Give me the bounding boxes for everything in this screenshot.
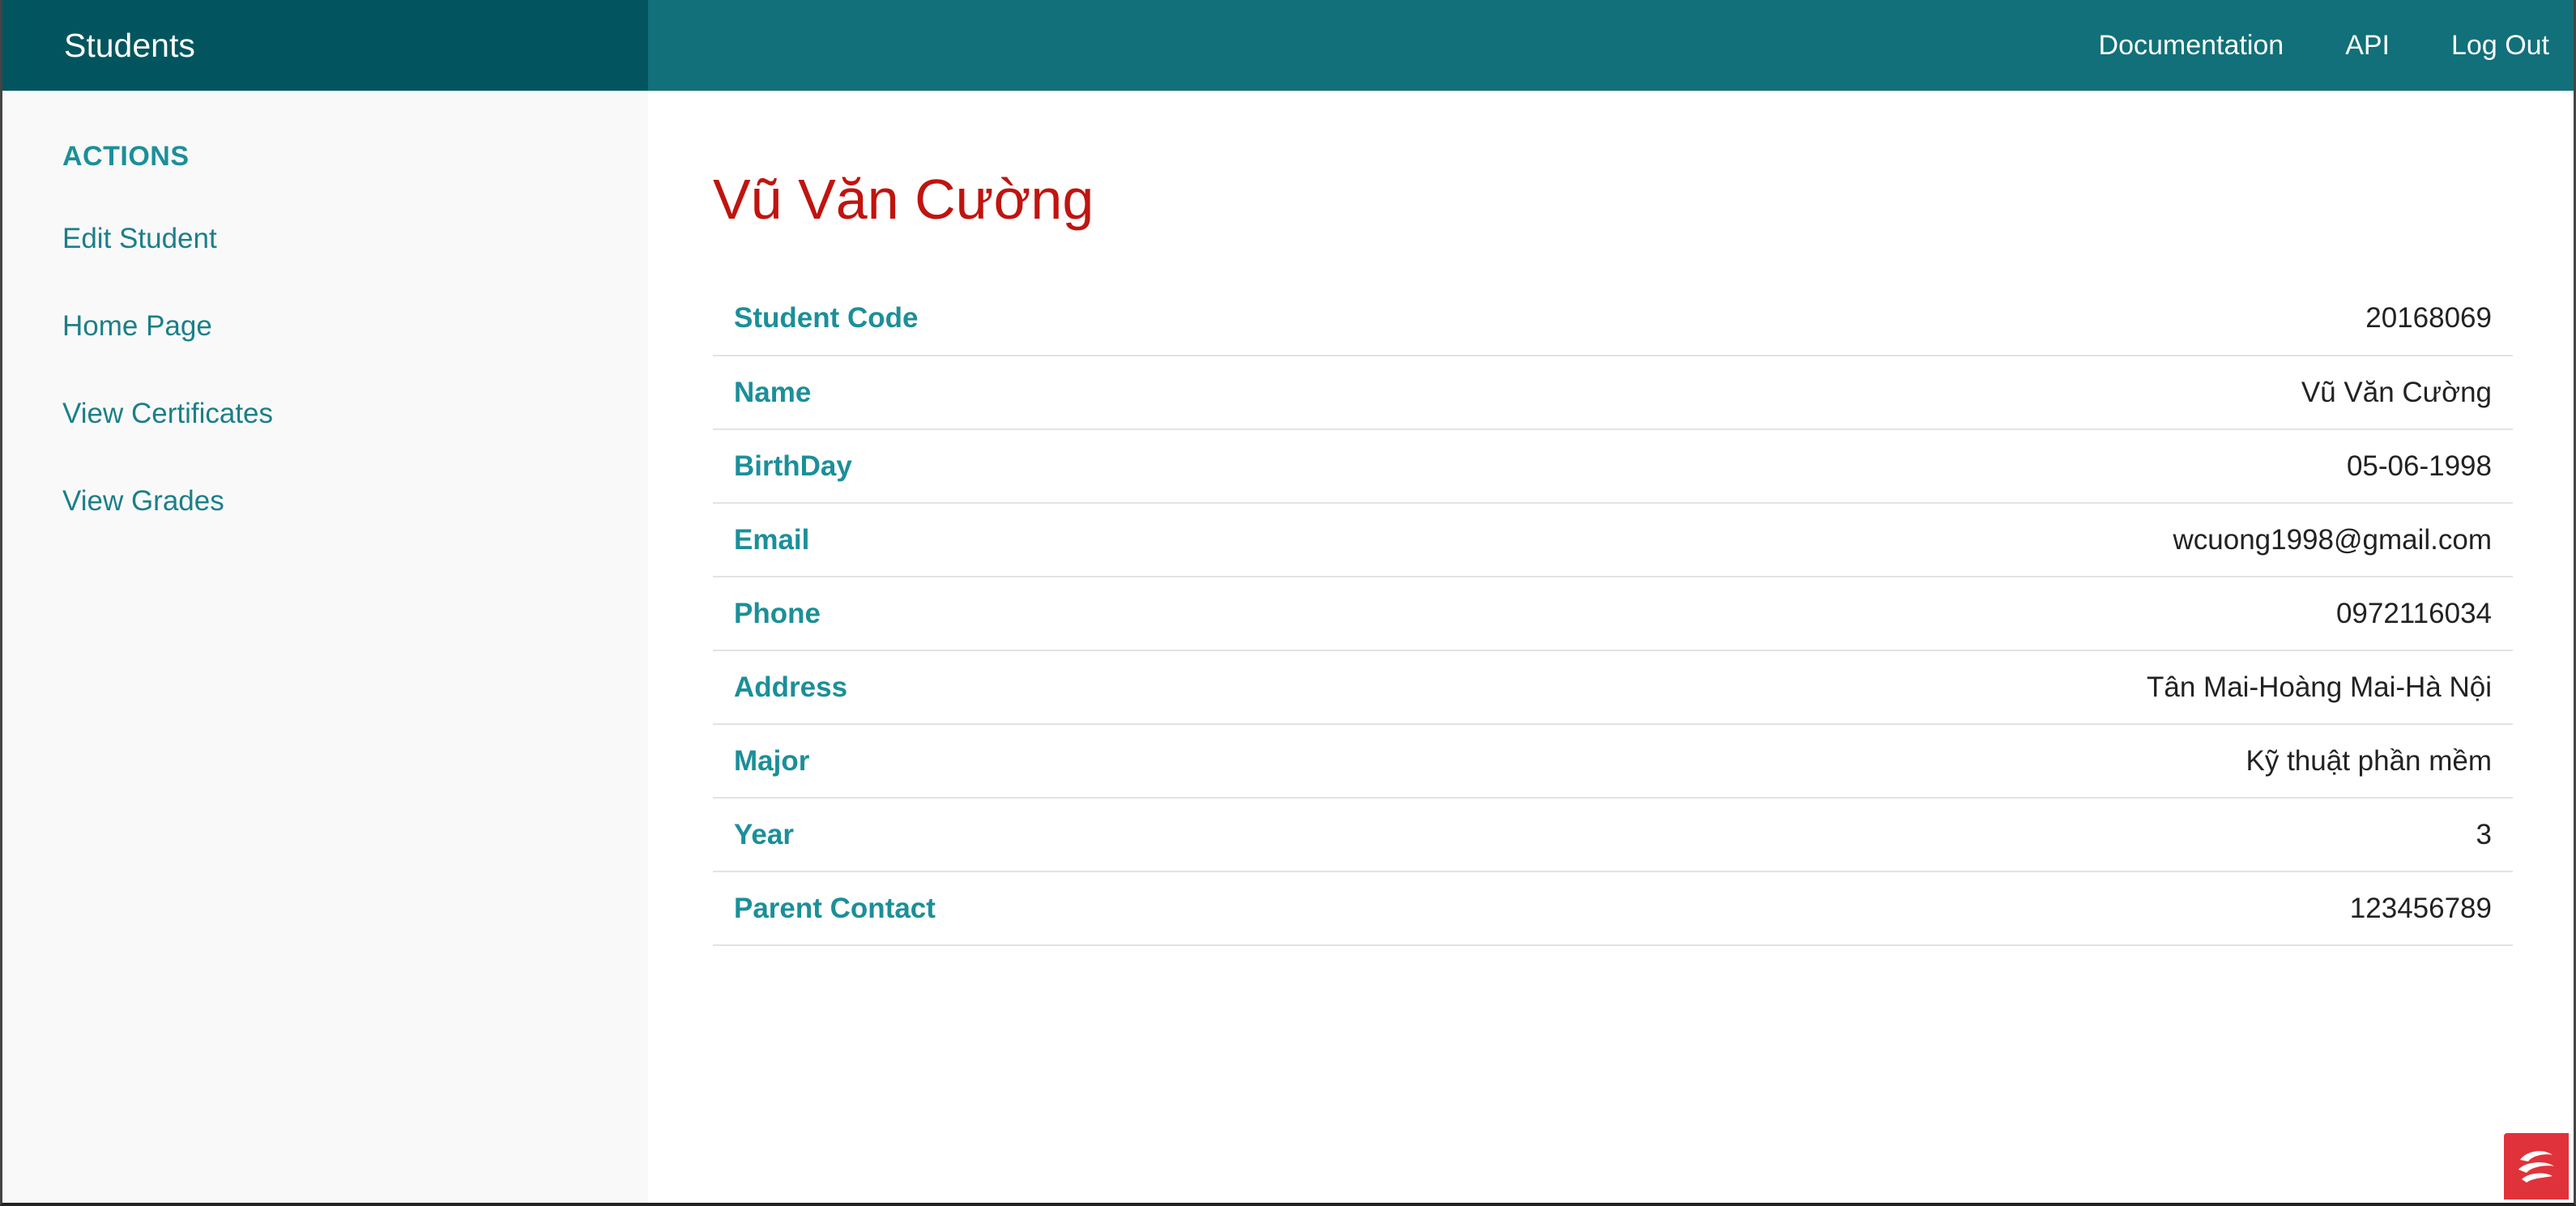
main-content: Vũ Văn Cường Student Code 20168069 Name … xyxy=(713,91,2513,946)
row-label: Name xyxy=(734,376,812,408)
sidebar-item-view-certificates[interactable]: View Certificates xyxy=(2,370,648,458)
student-info-table: Student Code 20168069 Name Vũ Văn Cường … xyxy=(713,282,2513,946)
row-label: Parent Contact xyxy=(734,892,936,924)
row-value: Kỹ thuật phần mềm xyxy=(2245,744,2493,777)
table-row: BirthDay 05-06-1998 xyxy=(713,429,2513,503)
app-logo-icon-glyph xyxy=(2518,1151,2554,1183)
sidebar-nav: Edit Student Home Page View Certificates… xyxy=(2,195,648,545)
sidebar-item-home-page[interactable]: Home Page xyxy=(2,283,648,370)
row-value: wcuong1998@gmail.com xyxy=(2173,523,2492,556)
app-window: Students ACTIONS Edit Student Home Page … xyxy=(0,0,2576,1206)
row-value: 05-06-1998 xyxy=(2346,450,2492,482)
table-row: Major Kỹ thuật phần mềm xyxy=(713,724,2513,798)
table-row: Student Code 20168069 xyxy=(713,282,2513,356)
row-value: 123456789 xyxy=(2349,892,2492,924)
table-row: Phone 0972116034 xyxy=(713,577,2513,650)
sidebar: Students ACTIONS Edit Student Home Page … xyxy=(2,0,648,1203)
nav-api-link[interactable]: API xyxy=(2345,30,2390,62)
row-label: Major xyxy=(734,744,810,777)
nav-documentation-link[interactable]: Documentation xyxy=(2099,30,2284,62)
nav-logout-link[interactable]: Log Out xyxy=(2451,30,2549,62)
row-value: 20168069 xyxy=(2365,302,2492,334)
table-row: Address Tân Mai-Hoàng Mai-Hà Nội xyxy=(713,650,2513,724)
table-row: Parent Contact 123456789 xyxy=(713,871,2513,945)
table-row: Name Vũ Văn Cường xyxy=(713,356,2513,429)
page-title: Vũ Văn Cường xyxy=(713,168,1094,231)
sidebar-item-view-grades[interactable]: View Grades xyxy=(2,458,648,545)
app-logo-icon[interactable] xyxy=(2504,1133,2569,1200)
table-row: Email wcuong1998@gmail.com xyxy=(713,503,2513,577)
row-label: BirthDay xyxy=(734,450,852,482)
row-value: Tân Mai-Hoàng Mai-Hà Nội xyxy=(2147,671,2492,703)
row-value: 3 xyxy=(2476,818,2492,850)
table-row: Year 3 xyxy=(713,798,2513,871)
row-value: Vũ Văn Cường xyxy=(2301,376,2492,408)
top-nav: Documentation API Log Out xyxy=(2037,0,2549,91)
row-label: Phone xyxy=(734,597,821,629)
top-navbar: Documentation API Log Out xyxy=(648,0,2574,91)
actions-heading: ACTIONS xyxy=(62,141,190,172)
row-label: Student Code xyxy=(734,302,919,334)
sidebar-item-edit-student[interactable]: Edit Student xyxy=(2,195,648,283)
brand-title[interactable]: Students xyxy=(2,0,648,91)
row-value: 0972116034 xyxy=(2335,597,2492,629)
row-label: Email xyxy=(734,523,810,556)
row-label: Address xyxy=(734,671,848,703)
row-label: Year xyxy=(734,818,794,850)
